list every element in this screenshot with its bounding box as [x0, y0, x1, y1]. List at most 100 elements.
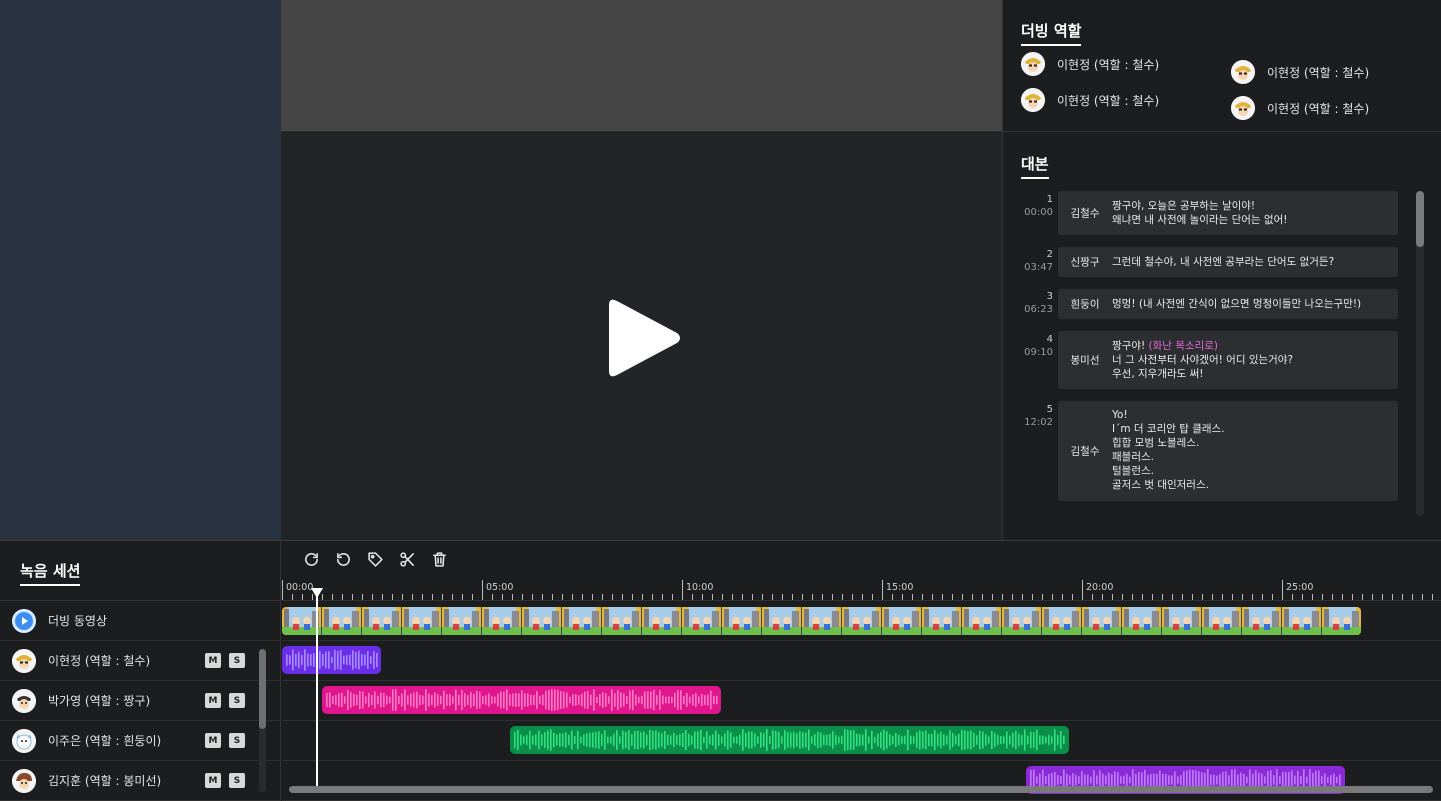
ruler-label: 00:00	[286, 582, 314, 593]
ruler-tick	[672, 594, 673, 600]
video-clip[interactable]	[282, 607, 1361, 635]
ruler-tick	[1082, 580, 1083, 600]
tag-icon[interactable]	[367, 551, 384, 568]
script-line-box[interactable]: 김철수 짱구야, 오늘은 공부하는 날이야! 왜냐면 내 사전에 놀이라는 단어…	[1058, 191, 1398, 235]
trash-icon[interactable]	[431, 551, 448, 568]
solo-button[interactable]: S	[229, 693, 245, 708]
ruler-tick	[622, 594, 623, 600]
track-scroll-thumb[interactable]	[259, 649, 266, 729]
row-time: 06:23	[1024, 304, 1053, 315]
top-preview-area	[281, 0, 1002, 132]
ruler-tick	[872, 594, 873, 600]
solo-button[interactable]: S	[229, 773, 245, 788]
row-text-lines: 너 그 사전부터 사야겠어! 어디 있는거야? 우선, 지우개라도 써!	[1112, 354, 1294, 380]
ruler-tick	[922, 594, 923, 600]
track-label[interactable]: 이주은 (역할 : 흰둥이) M S	[0, 721, 280, 761]
dubbing-roles-section: 더빙 역할 이현정 (역할 : 철수) 이현정 (역할 : 철수) 이현정 (역…	[1003, 0, 1441, 132]
mute-button[interactable]: M	[205, 773, 221, 788]
ruler-tick	[1342, 594, 1343, 600]
ruler-tick	[572, 594, 573, 600]
scissors-icon[interactable]	[399, 551, 416, 568]
ruler-tick	[602, 594, 603, 600]
script-line-box[interactable]: 흰둥이 멍멍! (내 사전엔 간식이 없으면 멍청이들만 나오는구만!)	[1058, 289, 1398, 319]
timeline-scrollbar[interactable]	[289, 786, 1433, 793]
waveform	[514, 729, 1065, 751]
role-item[interactable]: 이현정 (역할 : 철수)	[1231, 96, 1369, 120]
timeline-ruler[interactable]: 00:00 05:00 10:00 15:00 20:00 25:00	[282, 577, 1441, 601]
avatar	[12, 768, 36, 793]
mute-button[interactable]: M	[205, 733, 221, 748]
ruler-tick	[432, 594, 433, 600]
ruler-tick	[1392, 594, 1393, 600]
ruler-tick	[842, 594, 843, 600]
playhead[interactable]	[316, 588, 318, 788]
track-label[interactable]: 이현정 (역할 : 철수) M S	[0, 641, 280, 681]
ruler-tick	[452, 594, 453, 600]
script-scrollbar[interactable]	[1416, 191, 1424, 516]
row-text: 그런데 철수야, 내 사전엔 공부라는 단어도 없거든?	[1112, 256, 1335, 268]
row-time: 12:02	[1024, 417, 1053, 428]
row-index: 3	[1046, 291, 1053, 302]
solo-button[interactable]: S	[229, 653, 245, 668]
script-line-box[interactable]: 봉미선 짱구야! (화난 목소리로) 너 그 사전부터 사야겠어! 어디 있는거…	[1058, 331, 1398, 389]
ruler-tick	[502, 594, 503, 600]
audio-clip[interactable]	[322, 686, 721, 714]
ruler-tick	[1412, 594, 1413, 600]
ruler-tick	[392, 594, 393, 600]
row-speaker: 김철수	[1070, 445, 1100, 458]
track-label[interactable]: 박가영 (역할 : 짱구) M S	[0, 681, 280, 721]
role-item[interactable]: 이현정 (역할 : 철수)	[1021, 52, 1159, 76]
ruler-tick	[1152, 594, 1153, 600]
script-line-box[interactable]: 김철수 Yo! I´m 더 코리안 탑 클래스. 힙합 모범 노블레스. 패블러…	[1058, 401, 1398, 501]
row-speaker: 봉미선	[1070, 354, 1100, 367]
ruler-tick	[652, 594, 653, 600]
ruler-tick	[412, 594, 413, 600]
ruler-tick	[552, 594, 553, 600]
ruler-label: 05:00	[486, 582, 514, 593]
timeline-tracks[interactable]	[282, 601, 1441, 801]
ruler-tick	[822, 594, 823, 600]
track-name: 이현정 (역할 : 철수)	[48, 654, 151, 668]
ruler-tick	[732, 594, 733, 600]
avatar	[12, 688, 36, 713]
role-item[interactable]: 이현정 (역할 : 철수)	[1021, 88, 1159, 112]
ruler-tick	[742, 594, 743, 600]
ruler-tick	[1372, 594, 1373, 600]
mute-button[interactable]: M	[205, 653, 221, 668]
ruler-tick	[942, 594, 943, 600]
row-speaker: 흰둥이	[1070, 298, 1100, 311]
track-label[interactable]: 김지훈 (역할 : 봉미선) M S	[0, 761, 280, 801]
solo-button[interactable]: S	[229, 733, 245, 748]
row-text-line: 짱구야!	[1112, 340, 1149, 352]
ruler-tick	[592, 594, 593, 600]
role-item[interactable]: 이현정 (역할 : 철수)	[1231, 60, 1369, 84]
play-icon[interactable]	[603, 297, 683, 379]
timeline-scroll-thumb[interactable]	[289, 786, 1433, 793]
track-label-video[interactable]: 더빙 동영상	[0, 601, 280, 641]
ruler-tick	[692, 594, 693, 600]
row-speaker: 김철수	[1070, 207, 1100, 220]
audio-clip[interactable]	[282, 646, 381, 674]
ruler-tick	[1182, 594, 1183, 600]
script-line-box[interactable]: 신짱구 그런데 철수야, 내 사전엔 공부라는 단어도 없거든?	[1058, 247, 1398, 277]
ruler-tick	[1262, 594, 1263, 600]
ruler-tick	[1142, 594, 1143, 600]
ruler-tick	[1062, 594, 1063, 600]
ruler-tick	[982, 594, 983, 600]
ruler-tick	[712, 594, 713, 600]
video-player[interactable]	[281, 133, 1002, 540]
ruler-label: 15:00	[886, 582, 914, 593]
ruler-tick	[972, 594, 973, 600]
undo-icon[interactable]	[335, 551, 352, 568]
mute-button[interactable]: M	[205, 693, 221, 708]
row-index: 2	[1046, 249, 1053, 260]
ruler-tick	[522, 594, 523, 600]
ruler-tick	[642, 594, 643, 600]
ruler-tick	[492, 594, 493, 600]
audio-clip[interactable]	[510, 726, 1069, 754]
track-scrollbar[interactable]	[259, 649, 266, 792]
row-index: 1	[1046, 194, 1053, 205]
track-list: 더빙 동영상 이현정 (역할 : 철수) M S 박가영 (역할 : 짱구) M…	[0, 601, 281, 801]
script-scroll-thumb[interactable]	[1416, 191, 1424, 247]
redo-icon[interactable]	[303, 551, 320, 568]
